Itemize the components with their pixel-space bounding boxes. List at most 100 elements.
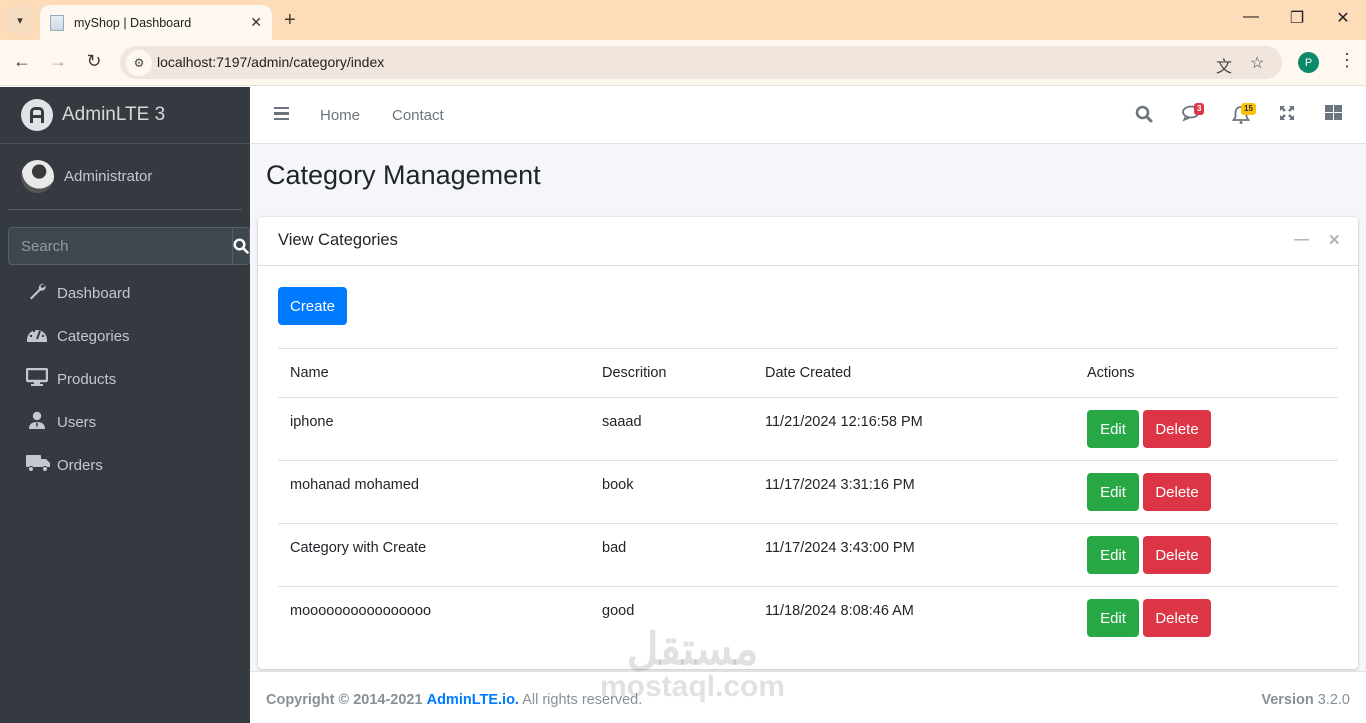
profile-avatar[interactable]: P — [1298, 52, 1319, 73]
cell-description: saaad — [590, 397, 753, 461]
edit-button[interactable]: Edit — [1087, 536, 1139, 574]
sidebar: AdminLTE 3 Administrator Dashboard Categ… — [0, 87, 250, 723]
tab-search-button[interactable]: ▾ — [6, 6, 34, 34]
user-name[interactable]: Administrator — [64, 168, 152, 185]
brand-text: AdminLTE 3 — [62, 104, 166, 125]
nav-link-home[interactable]: Home — [320, 107, 360, 124]
url-text[interactable]: localhost:7197/admin/category/index — [157, 54, 384, 70]
cell-date: 11/17/2024 3:43:00 PM — [753, 523, 1075, 587]
sidebar-item-orders[interactable]: Orders — [8, 444, 242, 487]
tachometer-icon — [26, 325, 48, 348]
cell-name: iphone — [278, 397, 590, 461]
cell-actions: Edit Delete — [1075, 587, 1338, 650]
sidebar-search-input[interactable] — [8, 227, 232, 265]
edit-button[interactable]: Edit — [1087, 410, 1139, 448]
sidebar-item-users[interactable]: Users — [8, 401, 242, 444]
address-bar[interactable]: ⚙ localhost:7197/admin/category/index 文 … — [120, 46, 1282, 79]
tab-title: myShop | Dashboard — [74, 15, 192, 30]
delete-button[interactable]: Delete — [1143, 536, 1211, 574]
sidebar-nav: Dashboard Categories Products Users Orde… — [8, 272, 242, 487]
create-button[interactable]: Create — [278, 287, 347, 325]
messages-icon[interactable]: 3 — [1182, 103, 1205, 128]
content-wrapper: Category Management View Categories — ✕ … — [250, 144, 1366, 671]
version-label: Version — [1261, 692, 1314, 708]
cell-date: 11/21/2024 12:16:58 PM — [753, 397, 1075, 461]
sidebar-item-label: Products — [57, 371, 117, 388]
minimize-icon[interactable]: — — [1236, 8, 1266, 26]
navbar-search-icon[interactable] — [1135, 105, 1153, 128]
column-header-date: Date Created — [753, 348, 1075, 398]
column-header-name: Name — [278, 348, 590, 398]
cell-name: Category with Create — [278, 523, 590, 587]
edit-button[interactable]: Edit — [1087, 599, 1139, 637]
truck-icon — [26, 454, 50, 477]
cell-actions: Edit Delete — [1075, 460, 1338, 524]
close-tab-icon[interactable]: ✕ — [250, 14, 262, 31]
cell-date: 11/18/2024 8:08:46 AM — [765, 603, 914, 619]
main-footer: Copyright © 2014-2021 AdminLTE.io. All r… — [250, 671, 1366, 723]
forward-icon[interactable]: → — [46, 51, 70, 72]
edit-button[interactable]: Edit — [1087, 473, 1139, 511]
top-navbar: Home Contact 3 15 — [250, 87, 1366, 144]
adminlte-link[interactable]: AdminLTE.io. — [427, 692, 519, 708]
cell-name: mohanad mohamed — [278, 460, 590, 524]
fullscreen-icon[interactable] — [1279, 105, 1295, 126]
user-panel[interactable]: Administrator — [8, 144, 242, 210]
notifications-bell-icon[interactable]: 15 — [1231, 103, 1256, 129]
sidebar-search-button[interactable] — [232, 227, 250, 265]
new-tab-icon[interactable]: + — [284, 9, 296, 32]
cell-description: bad — [590, 523, 753, 587]
browser-toolbar: ← → ↻ ⚙ localhost:7197/admin/category/in… — [0, 40, 1366, 86]
categories-card: View Categories — ✕ Create Name Descriti… — [258, 217, 1358, 669]
avatar — [21, 160, 54, 193]
remove-card-icon[interactable]: ✕ — [1328, 231, 1341, 249]
sidebar-item-dashboard[interactable]: Dashboard — [8, 272, 242, 315]
watermark-arabic: مستقل — [626, 625, 759, 674]
delete-button[interactable]: Delete — [1143, 410, 1211, 448]
cell-description: book — [590, 460, 753, 524]
cell-actions: Edit Delete — [1075, 523, 1338, 587]
user-tie-icon — [26, 411, 48, 434]
nav-link-contact[interactable]: Contact — [392, 107, 444, 124]
sidebar-item-products[interactable]: Products — [8, 358, 242, 401]
control-sidebar-icon[interactable] — [1325, 105, 1342, 125]
column-header-actions: Actions — [1075, 348, 1338, 398]
cell-name: moooooooooooooooo — [290, 603, 432, 619]
sidebar-item-label: Users — [57, 414, 97, 431]
wrench-icon — [26, 281, 48, 306]
collapse-card-icon[interactable]: — — [1294, 231, 1309, 248]
card-title: View Categories — [278, 231, 398, 249]
version-info: Version 3.2.0 — [1261, 692, 1350, 708]
cell-actions: Edit Delete — [1075, 397, 1338, 461]
delete-button[interactable]: Delete — [1143, 599, 1211, 637]
sidebar-item-label: Orders — [57, 457, 103, 474]
sidebar-item-label: Dashboard — [57, 285, 131, 302]
hamburger-menu-icon[interactable] — [274, 107, 289, 120]
page-favicon-icon — [50, 14, 64, 31]
table-row: moooooooooooooooo good 11/18/2024 8:08:4… — [278, 587, 1338, 650]
site-info-icon[interactable]: ⚙ — [126, 50, 152, 76]
restore-icon[interactable]: ❐ — [1282, 8, 1312, 28]
translate-icon[interactable]: 文 — [1216, 53, 1232, 77]
browser-menu-icon[interactable]: ⋮ — [1338, 50, 1356, 71]
page-title: Category Management — [266, 160, 541, 190]
back-icon[interactable]: ← — [10, 51, 34, 72]
sidebar-item-categories[interactable]: Categories — [8, 315, 242, 358]
sidebar-search — [8, 227, 250, 265]
copyright-prefix: Copyright © 2014-2021 — [266, 692, 423, 708]
watermark-latin: mostaql.com — [600, 670, 786, 703]
window-close-icon[interactable]: ✕ — [1328, 8, 1358, 28]
reload-icon[interactable]: ↻ — [82, 51, 106, 72]
chevron-down-icon: ▾ — [17, 14, 23, 27]
cell-date: 11/17/2024 3:31:16 PM — [753, 460, 1075, 524]
column-header-description: Descrition — [590, 348, 753, 398]
table-row: iphone saaad 11/21/2024 12:16:58 PM Edit… — [278, 397, 1338, 461]
bookmark-star-icon[interactable]: ☆ — [1250, 53, 1264, 73]
browser-tab[interactable]: myShop | Dashboard ✕ — [40, 5, 272, 40]
table-header-row: Name Descrition Date Created Actions — [278, 348, 1338, 398]
brand-link[interactable]: AdminLTE 3 — [0, 87, 250, 144]
table-row: Category with Create bad 11/17/2024 3:43… — [278, 523, 1338, 587]
delete-button[interactable]: Delete — [1143, 473, 1211, 511]
card-header: View Categories — ✕ — [258, 217, 1358, 266]
search-icon — [233, 238, 249, 254]
